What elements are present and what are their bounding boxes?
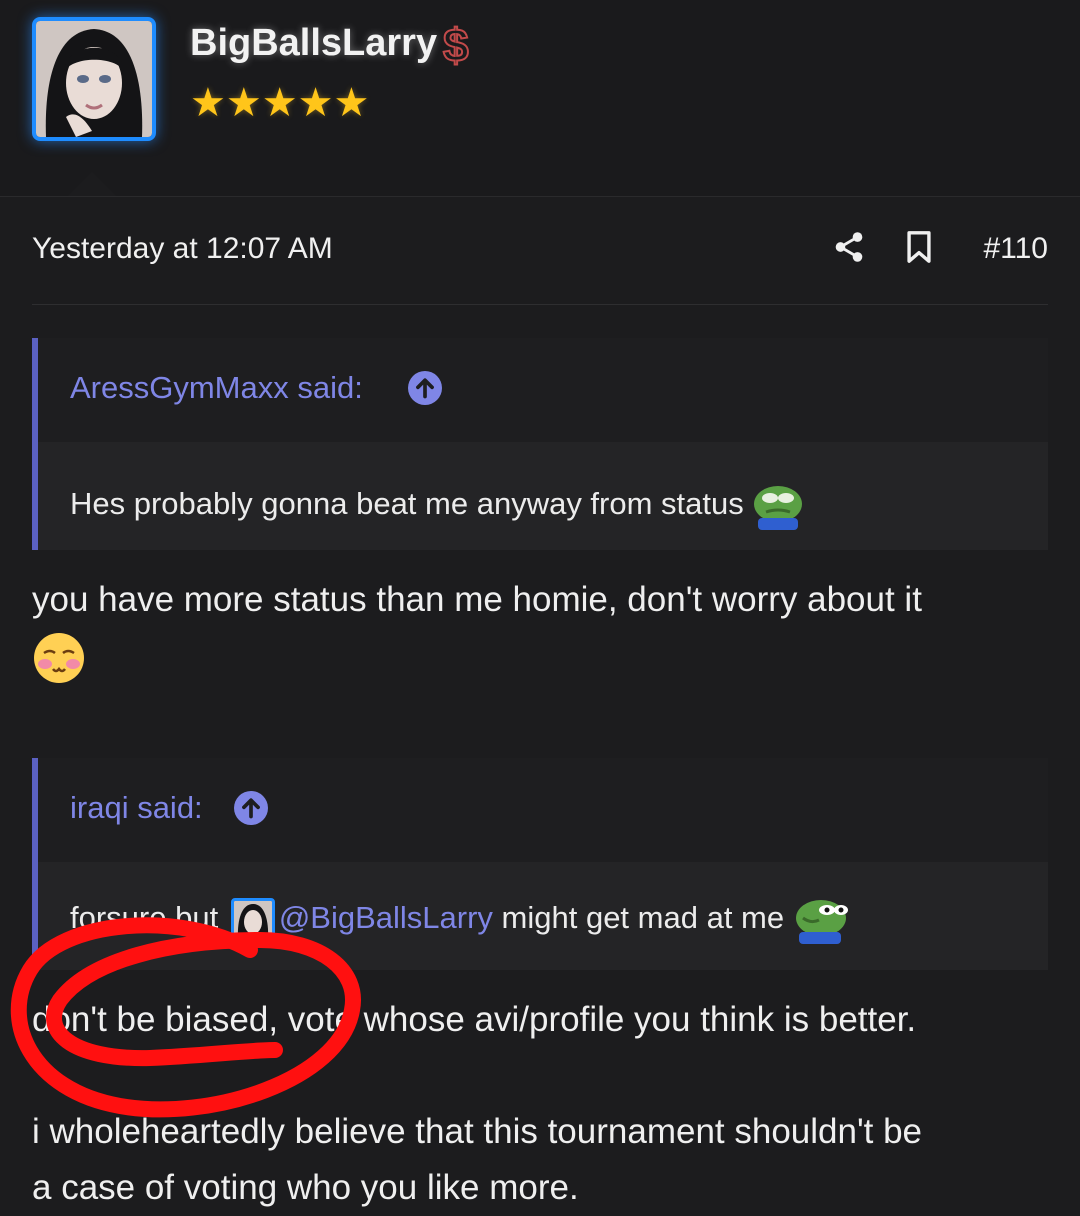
dollar-badge-icon: $ xyxy=(442,18,470,72)
user-mention-link[interactable]: @BigBallsLarry xyxy=(279,900,493,935)
quote-author-link[interactable]: iraqi said: xyxy=(70,790,203,826)
mention-avatar[interactable] xyxy=(230,898,275,942)
reply-paragraph-2: don't be biased, vote whose avi/profile … xyxy=(32,1000,917,1039)
quote-text-prefix: forsure but xyxy=(70,900,219,936)
user-avatar[interactable] xyxy=(32,17,156,141)
post-timestamp[interactable]: Yesterday at 12:07 AM xyxy=(32,232,333,266)
expand-arrow-icon[interactable] xyxy=(408,371,442,405)
quote-text-content: Hes probably gonna beat me anyway from s… xyxy=(70,486,744,522)
pepe-sad-emoji xyxy=(754,486,803,530)
post-meta-row: Yesterday at 12:07 AM #110 xyxy=(32,226,1048,276)
reply-paragraph-3-line-2: a case of voting who you like more. xyxy=(32,1168,579,1207)
quote-text: forsure but @BigBallsLarry might get mad… xyxy=(70,894,849,946)
mention-avatar-image xyxy=(233,901,272,939)
quote-body: forsure but @BigBallsLarry might get mad… xyxy=(38,862,1048,970)
pepe-smirk-emoji xyxy=(795,900,848,944)
star-rating: ★★★★★ xyxy=(190,81,370,125)
quote-header: AressGymMaxx said: xyxy=(38,338,1048,442)
quote-block-2: iraqi said: forsure but @BigBallsLarry m… xyxy=(32,758,1048,970)
reply-paragraph-3-line-1: i wholeheartedly believe that this tourn… xyxy=(32,1112,923,1151)
avatar-image xyxy=(36,21,152,137)
post-user-header: BigBallsLarry $ ★★★★★ xyxy=(0,0,1080,197)
quote-author-link[interactable]: AressGymMaxx said: xyxy=(70,370,363,406)
reply-text: you have more status than me homie, don'… xyxy=(32,580,922,619)
expand-arrow-icon[interactable] xyxy=(234,791,268,825)
quote-text: Hes probably gonna beat me anyway from s… xyxy=(70,480,804,532)
quote-header: iraqi said: xyxy=(38,758,1048,862)
header-pointer xyxy=(68,172,116,196)
divider xyxy=(32,304,1048,305)
blush-emoji xyxy=(34,632,84,683)
quote-block-1: AressGymMaxx said: Hes probably gonna be… xyxy=(32,338,1048,550)
username[interactable]: BigBallsLarry xyxy=(190,22,437,65)
reply-paragraph-1: you have more status than me homie, don'… xyxy=(32,572,1048,685)
post-number-link[interactable]: #110 xyxy=(983,232,1048,266)
quote-text-suffix: might get mad at me xyxy=(492,900,785,936)
bookmark-icon[interactable] xyxy=(904,230,934,264)
quote-body: Hes probably gonna beat me anyway from s… xyxy=(38,442,1048,550)
share-icon[interactable] xyxy=(832,230,866,264)
